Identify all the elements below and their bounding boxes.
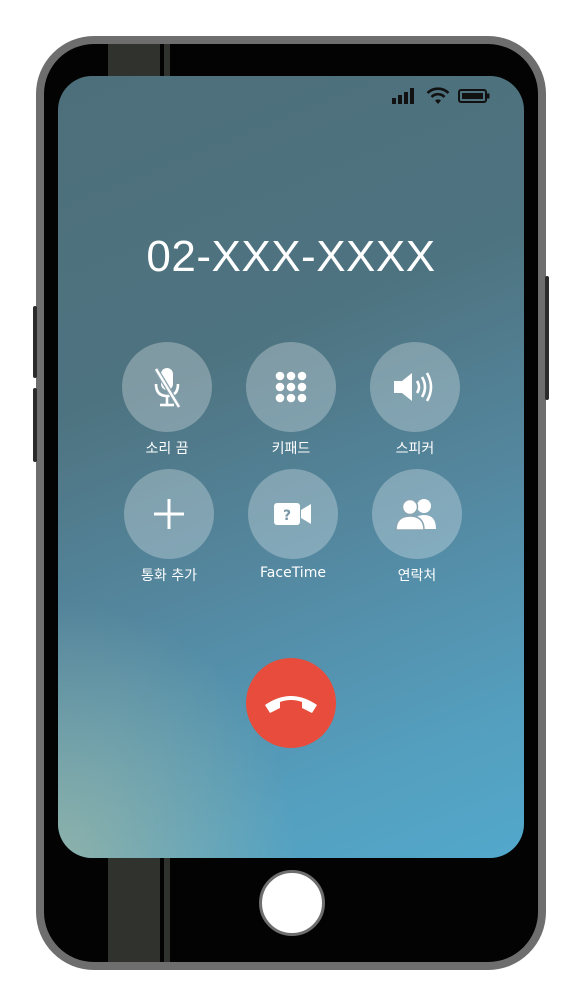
end-call-button[interactable] [246, 658, 336, 748]
add-call-control[interactable]: 통화 추가 [109, 469, 229, 585]
facetime-label: FaceTime [260, 565, 326, 581]
add-call-button[interactable] [124, 469, 214, 559]
contacts-label: 연락처 [397, 568, 437, 584]
speaker-control[interactable]: 스피커 [355, 342, 475, 458]
mute-button[interactable] [122, 342, 212, 432]
phone-number: 02-XXX-XXXX [146, 232, 436, 281]
speaker-button[interactable] [370, 342, 460, 432]
call-screen: 02-XXX-XXXX 소리 끔 키패드 스피커 통화 추가 ? FaceTim… [58, 76, 524, 858]
facetime-control[interactable]: ? FaceTime [233, 469, 353, 581]
contacts-button[interactable] [372, 469, 462, 559]
speaker-label: 스피커 [395, 441, 435, 457]
battery-icon [458, 89, 490, 103]
volume-down-button[interactable] [33, 388, 37, 462]
facetime-button[interactable]: ? [248, 469, 338, 559]
keypad-control[interactable]: 키패드 [231, 342, 351, 458]
keypad-icon [275, 371, 307, 403]
hang-up-icon [265, 696, 317, 713]
add-call-icon [154, 499, 184, 529]
svg-text:?: ? [283, 508, 291, 524]
status-bar [392, 86, 490, 106]
home-button[interactable] [259, 870, 325, 936]
contacts-icon [395, 498, 436, 531]
add-call-label: 통화 추가 [141, 568, 197, 584]
mute-microphone-icon [153, 367, 182, 409]
keypad-label: 키패드 [271, 441, 311, 457]
speaker-icon [394, 372, 433, 402]
facetime-video-icon: ? [274, 503, 311, 525]
mute-control[interactable]: 소리 끔 [107, 342, 227, 458]
keypad-button[interactable] [246, 342, 336, 432]
signal-icon [392, 88, 414, 104]
power-button[interactable] [545, 276, 549, 400]
volume-up-button[interactable] [33, 306, 37, 378]
contacts-control[interactable]: 연락처 [357, 469, 477, 585]
mute-label: 소리 끔 [145, 441, 189, 457]
wifi-icon [426, 87, 450, 104]
